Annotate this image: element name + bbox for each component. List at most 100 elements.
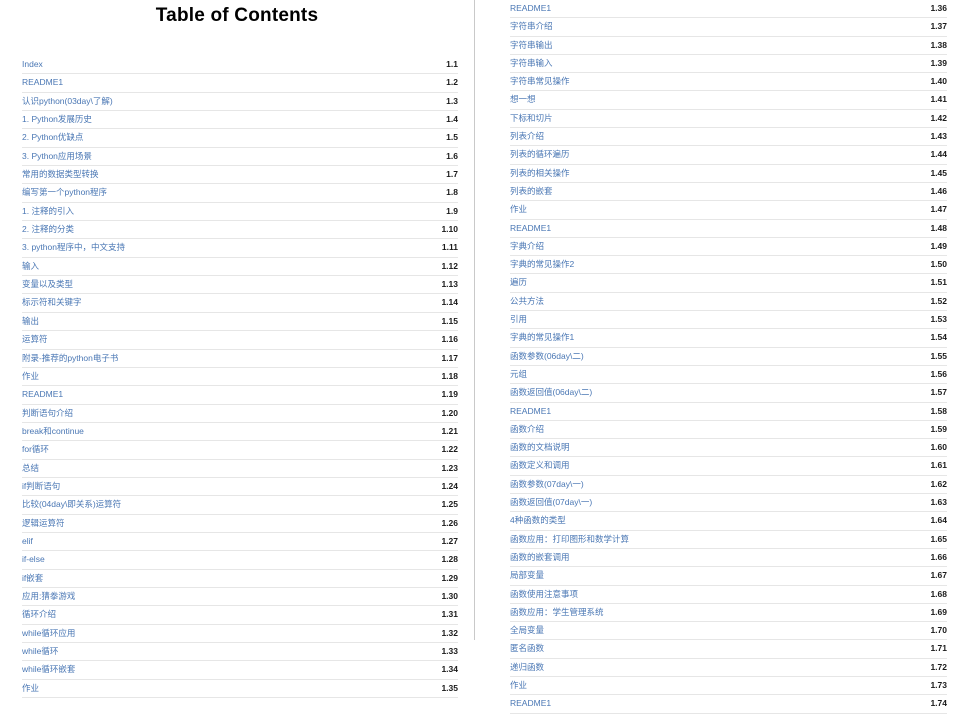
toc-entry-link[interactable]: 列表介绍 — [510, 128, 544, 145]
toc-entry[interactable]: 函数返回值(06day\二) 1.57 — [510, 384, 947, 403]
toc-entry[interactable]: 作业 1.73 — [510, 677, 947, 696]
toc-entry-link[interactable]: while循环嵌套 — [22, 661, 75, 678]
toc-entry[interactable]: 变量以及类型 1.13 — [22, 276, 458, 295]
toc-entry-link[interactable]: 4种函数的类型 — [510, 512, 566, 529]
toc-entry[interactable]: README1 1.19 — [22, 386, 458, 405]
toc-entry-link[interactable]: 输入 — [22, 258, 39, 275]
toc-entry[interactable]: 运算符 1.16 — [22, 331, 458, 350]
toc-entry[interactable]: 字典的常见操作2 1.50 — [510, 256, 947, 275]
toc-entry-link[interactable]: 作业 — [510, 201, 527, 218]
toc-entry-link[interactable]: 作业 — [510, 677, 527, 694]
toc-entry[interactable]: 引用 1.53 — [510, 311, 947, 330]
toc-entry[interactable]: 3. Python应用场景 1.6 — [22, 148, 458, 167]
toc-entry[interactable]: 总结 1.23 — [22, 460, 458, 478]
toc-entry[interactable]: 函数的嵌套调用 1.66 — [510, 549, 947, 568]
toc-entry-link[interactable]: 全局变量 — [510, 622, 544, 639]
toc-entry[interactable]: 循环介绍 1.31 — [22, 606, 458, 625]
toc-entry-link[interactable]: 运算符 — [22, 331, 48, 348]
toc-entry[interactable]: 字典介绍 1.49 — [510, 238, 947, 257]
toc-entry-link[interactable]: 想一想 — [510, 91, 536, 108]
toc-entry-link[interactable]: 局部变量 — [510, 567, 544, 584]
toc-entry-link[interactable]: Index — [22, 56, 43, 73]
toc-entry[interactable]: if-else 1.28 — [22, 551, 458, 570]
toc-entry[interactable]: 元组 1.56 — [510, 366, 947, 385]
toc-entry-link[interactable]: README1 — [22, 74, 63, 91]
toc-entry[interactable]: 输入 1.12 — [22, 258, 458, 277]
toc-entry-link[interactable]: 字符串输出 — [510, 37, 553, 54]
toc-entry-link[interactable]: 函数介绍 — [510, 421, 544, 438]
toc-entry[interactable]: 函数介绍 1.59 — [510, 421, 947, 440]
toc-entry[interactable]: 函数应用：学生管理系统 1.69 — [510, 604, 947, 623]
toc-entry-link[interactable]: 列表的相关操作 — [510, 165, 570, 182]
toc-entry-link[interactable]: 字典介绍 — [510, 238, 544, 255]
toc-entry-link[interactable]: while循环应用 — [22, 625, 75, 642]
toc-entry[interactable]: 函数应用：打印图形和数学计算 1.65 — [510, 531, 947, 549]
toc-entry[interactable]: 作业 1.18 — [22, 368, 458, 387]
toc-entry[interactable]: 2. 注释的分类 1.10 — [22, 221, 458, 240]
toc-entry[interactable]: 函数返回值(07day\一) 1.63 — [510, 494, 947, 513]
toc-entry[interactable]: 字符串常见操作 1.40 — [510, 73, 947, 92]
toc-entry[interactable]: 列表的循环遍历 1.44 — [510, 146, 947, 165]
toc-entry[interactable]: 1. 注释的引入 1.9 — [22, 203, 458, 222]
toc-entry-link[interactable]: 元组 — [510, 366, 527, 383]
toc-entry[interactable]: README1 1.36 — [510, 0, 947, 19]
toc-entry-link[interactable]: 判断语句介绍 — [22, 405, 73, 422]
toc-entry-link[interactable]: 比较(04day\即关系)运算符 — [22, 496, 121, 513]
toc-entry[interactable]: 函数使用注意事项 1.68 — [510, 586, 947, 604]
toc-entry-link[interactable]: 递归函数 — [510, 659, 544, 676]
toc-entry-link[interactable]: 应用:猜拳游戏 — [22, 588, 75, 605]
toc-entry-link[interactable]: README1 — [510, 695, 551, 712]
toc-entry[interactable]: 认识python(03day\了解) 1.3 — [22, 93, 458, 112]
toc-entry[interactable]: 列表的相关操作 1.45 — [510, 165, 947, 183]
toc-entry[interactable]: 附录-推荐的python电子书 1.17 — [22, 350, 458, 368]
toc-entry[interactable]: README1 1.74 — [510, 695, 947, 714]
toc-entry[interactable]: while循环嵌套 1.34 — [22, 661, 458, 680]
toc-entry-link[interactable]: 函数的文档说明 — [510, 439, 570, 456]
toc-entry-link[interactable]: 总结 — [22, 460, 39, 477]
toc-entry-link[interactable]: 函数使用注意事项 — [510, 586, 578, 603]
toc-entry-link[interactable]: 函数的嵌套调用 — [510, 549, 570, 566]
toc-entry[interactable]: while循环 1.33 — [22, 643, 458, 662]
toc-entry-link[interactable]: 1. Python发展历史 — [22, 111, 92, 128]
toc-entry[interactable]: 2. Python优缺点 1.5 — [22, 129, 458, 148]
toc-entry-link[interactable]: 变量以及类型 — [22, 276, 73, 293]
toc-entry[interactable]: 公共方法 1.52 — [510, 293, 947, 312]
toc-entry-link[interactable]: 认识python(03day\了解) — [22, 93, 113, 110]
toc-entry-link[interactable]: for循环 — [22, 441, 49, 458]
toc-entry[interactable]: 编写第一个python程序 1.8 — [22, 184, 458, 203]
toc-entry[interactable]: 遍历 1.51 — [510, 274, 947, 293]
toc-entry-link[interactable]: 编写第一个python程序 — [22, 184, 107, 201]
toc-entry-link[interactable]: 函数参数(06day\二) — [510, 348, 584, 365]
toc-entry[interactable]: 作业 1.47 — [510, 201, 947, 220]
toc-entry[interactable]: 函数参数(07day\一) 1.62 — [510, 476, 947, 495]
toc-entry[interactable]: 下标和切片 1.42 — [510, 110, 947, 129]
toc-entry[interactable]: README1 1.58 — [510, 403, 947, 421]
toc-entry-link[interactable]: 函数参数(07day\一) — [510, 476, 584, 493]
toc-entry[interactable]: README1 1.2 — [22, 74, 458, 93]
toc-entry[interactable]: for循环 1.22 — [22, 441, 458, 460]
toc-entry-link[interactable]: if判断语句 — [22, 478, 60, 495]
toc-entry[interactable]: 想一想 1.41 — [510, 91, 947, 110]
toc-entry-link[interactable]: 附录-推荐的python电子书 — [22, 350, 118, 367]
toc-entry-link[interactable]: 2. 注释的分类 — [22, 221, 74, 238]
toc-entry[interactable]: while循环应用 1.32 — [22, 625, 458, 643]
toc-entry[interactable]: 函数的文档说明 1.60 — [510, 439, 947, 458]
toc-entry-link[interactable]: 1. 注释的引入 — [22, 203, 74, 220]
toc-entry[interactable]: 3. python程序中，中文支持 1.11 — [22, 239, 458, 258]
toc-entry[interactable]: README1 1.48 — [510, 220, 947, 238]
toc-entry[interactable]: 字符串介绍 1.37 — [510, 18, 947, 37]
toc-entry[interactable]: 输出 1.15 — [22, 313, 458, 332]
toc-entry-link[interactable]: if嵌套 — [22, 570, 43, 587]
toc-entry[interactable]: if嵌套 1.29 — [22, 570, 458, 588]
toc-entry[interactable]: 字符串输入 1.39 — [510, 55, 947, 74]
toc-entry-link[interactable]: 下标和切片 — [510, 110, 553, 127]
toc-entry[interactable]: break和continue 1.21 — [22, 423, 458, 442]
toc-entry-link[interactable]: 字典的常见操作1 — [510, 329, 574, 346]
toc-entry-link[interactable]: 3. Python应用场景 — [22, 148, 92, 165]
toc-entry[interactable]: elif 1.27 — [22, 533, 458, 552]
toc-entry[interactable]: 标示符和关键字 1.14 — [22, 294, 458, 313]
toc-entry-link[interactable]: 输出 — [22, 313, 39, 330]
toc-entry-link[interactable]: README1 — [22, 386, 63, 403]
toc-entry[interactable]: 字符串输出 1.38 — [510, 37, 947, 55]
toc-entry[interactable]: 全局变量 1.70 — [510, 622, 947, 641]
